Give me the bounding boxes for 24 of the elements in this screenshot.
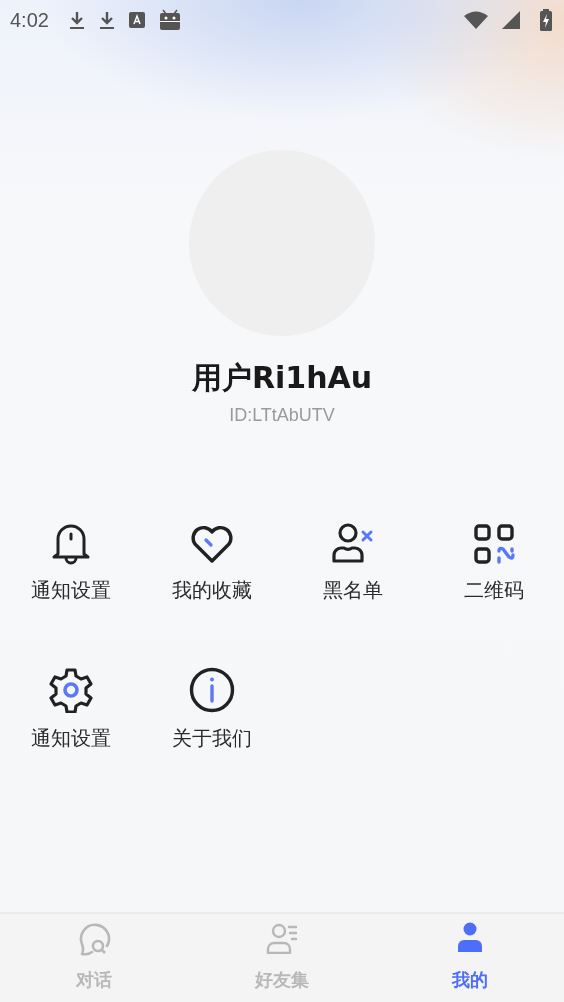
robot-icon <box>158 9 181 31</box>
menu-item[interactable]: 通知设置 <box>0 518 141 604</box>
battery-icon <box>540 9 552 31</box>
user-name: 用户Ri1hAu <box>191 359 373 397</box>
menu-item[interactable]: 关于我们 <box>141 666 282 752</box>
menu-item[interactable]: 通知设置 <box>0 666 141 752</box>
person-icon <box>457 922 483 952</box>
menu-item[interactable]: 我的收藏 <box>141 518 282 604</box>
download-icon <box>98 10 115 30</box>
app-notification-icon <box>128 12 145 28</box>
user-remove-icon <box>330 521 375 565</box>
settings-icon <box>47 667 94 713</box>
qr-code-icon <box>472 523 515 565</box>
contacts-icon <box>266 922 298 954</box>
nav-tab[interactable]: 我的 <box>376 914 564 992</box>
wifi-icon <box>464 11 488 29</box>
menu-item[interactable]: 二维码 <box>423 518 564 604</box>
status-time: 4:02 <box>10 8 49 32</box>
signal-icon <box>502 11 520 29</box>
heart-icon <box>189 525 234 565</box>
download-icon <box>68 10 85 30</box>
menu-item[interactable]: 黑名单 <box>282 518 423 604</box>
info-icon <box>188 667 235 713</box>
user-id: ID:LTtAbUTV <box>229 405 335 426</box>
